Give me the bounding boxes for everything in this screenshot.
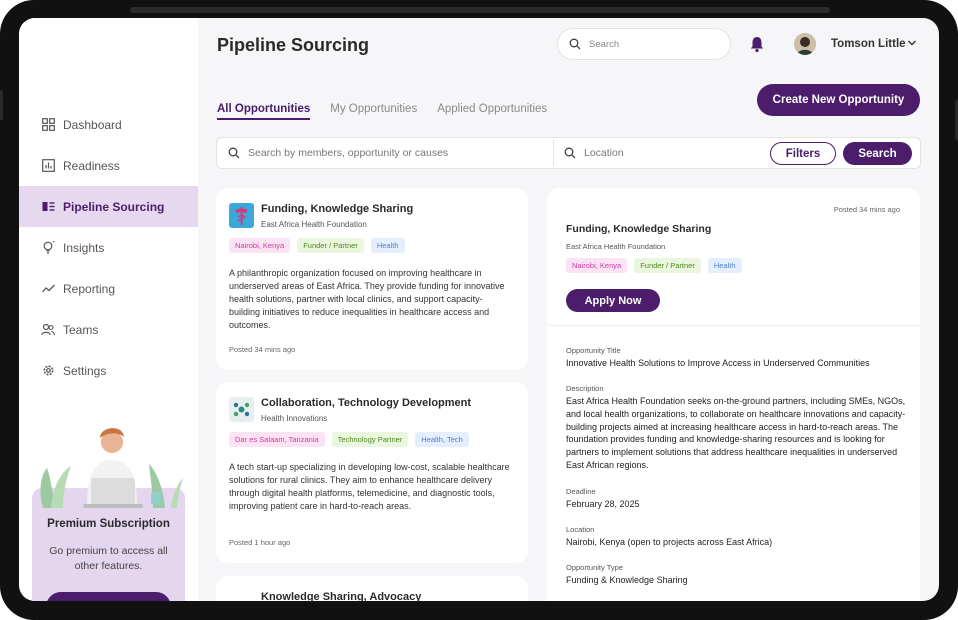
sidebar-item-label: Dashboard xyxy=(63,117,122,132)
posted-time: Posted 34 mins ago xyxy=(229,345,296,354)
avatar[interactable] xyxy=(794,33,816,55)
search-icon xyxy=(228,147,240,159)
location-search[interactable] xyxy=(564,147,774,159)
sidebar-item-teams[interactable]: Teams xyxy=(19,309,198,350)
promo-title: Premium Subscription xyxy=(47,518,170,530)
sidebar-item-label: Reporting xyxy=(63,281,116,296)
card-organization: Health Innovations xyxy=(261,414,328,423)
opportunity-card[interactable]: Funding, Knowledge Sharing East Africa H… xyxy=(216,188,528,370)
people-icon xyxy=(41,323,55,337)
opportunity-type-value: Funding & Knowledge Sharing xyxy=(566,575,688,585)
promo-text: Go premium to access all other features. xyxy=(49,545,168,572)
sidebar-nav: Dashboard Readiness Pipeline Sourcing In… xyxy=(19,104,198,391)
search-icon xyxy=(569,38,581,50)
opportunity-card[interactable]: Collaboration, Technology Development He… xyxy=(216,382,528,563)
global-search[interactable] xyxy=(557,28,731,60)
organization-logo xyxy=(229,203,254,228)
card-title: Collaboration, Technology Development xyxy=(261,397,472,409)
page-title: Pipeline Sourcing xyxy=(217,35,370,55)
lightbulb-icon xyxy=(41,241,55,255)
app-screen: Dashboard Readiness Pipeline Sourcing In… xyxy=(19,18,939,601)
grid-icon xyxy=(41,118,55,132)
description-value: East Africa Health Foundation seeks on-t… xyxy=(566,396,906,470)
card-title: Funding, Knowledge Sharing xyxy=(261,203,414,215)
filters-button[interactable]: Filters xyxy=(770,142,836,165)
sector-tag: Health xyxy=(370,238,405,253)
bar-chart-icon xyxy=(41,159,55,173)
filter-bar: Filters Search xyxy=(216,137,921,169)
posted-time: Posted 1 hour ago xyxy=(229,538,291,547)
opportunity-card[interactable]: Knowledge Sharing, Advocacy xyxy=(216,576,528,601)
user-name[interactable]: Tomson Little xyxy=(831,38,906,50)
tab-applied-opportunities[interactable]: Applied Opportunities xyxy=(437,103,547,120)
sidebar-item-label: Readiness xyxy=(63,158,120,173)
sector-tag: Health, Tech xyxy=(415,432,469,447)
sector-tag: Health xyxy=(707,258,742,273)
sidebar-item-pipeline-sourcing[interactable]: Pipeline Sourcing xyxy=(19,186,198,227)
card-tags: Nairobi, Kenya Funder / Partner Health xyxy=(229,238,412,253)
organization-logo xyxy=(229,397,254,422)
location-tag: Dar es Salaam, Tanzania xyxy=(229,432,325,447)
opportunity-detail-header: Posted 34 mins ago Funding, Knowledge Sh… xyxy=(547,188,920,324)
location-tag: Nairobi, Kenya xyxy=(566,258,628,273)
sidebar-item-label: Insights xyxy=(63,240,105,255)
sidebar-item-label: Pipeline Sourcing xyxy=(63,199,165,214)
chevron-down-icon[interactable] xyxy=(907,38,917,48)
bell-icon[interactable] xyxy=(748,35,766,53)
gear-icon xyxy=(41,364,55,378)
role-tag: Technology Partner xyxy=(331,432,409,447)
location-label: Location xyxy=(566,525,595,534)
card-organization: East Africa Health Foundation xyxy=(261,220,367,229)
opportunity-tabs: All Opportunities My Opportunities Appli… xyxy=(217,103,567,120)
organization-logo xyxy=(229,591,254,601)
detail-tags: Nairobi, Kenya Funder / Partner Health xyxy=(566,258,749,273)
deadline-value: February 28, 2025 xyxy=(566,499,640,509)
bezel-sensor xyxy=(130,7,830,13)
description-label: Description xyxy=(566,384,604,393)
location-input[interactable] xyxy=(584,147,774,159)
sidebar-item-readiness[interactable]: Readiness xyxy=(19,145,198,186)
opportunity-type-label: Opportunity Type xyxy=(566,563,623,572)
card-description: A tech start-up specializing in developi… xyxy=(229,462,510,511)
sidebar-item-reporting[interactable]: Reporting xyxy=(19,268,198,309)
sidebar-item-settings[interactable]: Settings xyxy=(19,350,198,391)
opportunity-search-input[interactable] xyxy=(248,147,538,159)
detail-title: Funding, Knowledge Sharing xyxy=(566,223,712,235)
opportunity-title-value: Innovative Health Solutions to Improve A… xyxy=(566,358,870,368)
sidebar-item-insights[interactable]: Insights xyxy=(19,227,198,268)
person-laptop-illustration xyxy=(40,428,183,508)
opportunity-title-label: Opportunity Title xyxy=(566,346,621,355)
opportunity-search[interactable] xyxy=(228,147,538,159)
tablet-frame: Dashboard Readiness Pipeline Sourcing In… xyxy=(0,0,958,620)
location-tag: Nairobi, Kenya xyxy=(229,238,291,253)
pipeline-icon xyxy=(41,200,55,214)
device-side-button xyxy=(0,90,3,120)
line-chart-icon xyxy=(41,282,55,296)
sidebar-item-label: Settings xyxy=(63,363,107,378)
promo-button[interactable] xyxy=(46,592,171,601)
tab-my-opportunities[interactable]: My Opportunities xyxy=(330,103,417,120)
tab-all-opportunities[interactable]: All Opportunities xyxy=(217,103,311,120)
location-value: Nairobi, Kenya (open to projects across … xyxy=(566,537,773,547)
opportunity-detail-body: Opportunity Title Innovative Health Solu… xyxy=(547,327,920,601)
role-tag: Funder / Partner xyxy=(634,258,701,273)
create-opportunity-button[interactable]: Create New Opportunity xyxy=(757,84,920,116)
search-input[interactable] xyxy=(589,38,719,50)
divider xyxy=(553,140,554,166)
deadline-label: Deadline xyxy=(566,487,596,496)
role-tag: Funder / Partner xyxy=(297,238,364,253)
apply-now-button[interactable]: Apply Now xyxy=(566,289,660,312)
posted-time: Posted 34 mins ago xyxy=(833,205,900,214)
card-description: A philanthropic organization focused on … xyxy=(229,268,505,330)
sidebar: Dashboard Readiness Pipeline Sourcing In… xyxy=(19,18,198,601)
card-tags: Dar es Salaam, Tanzania Technology Partn… xyxy=(229,432,476,447)
sidebar-item-dashboard[interactable]: Dashboard xyxy=(19,104,198,145)
detail-organization: East Africa Health Foundation xyxy=(566,242,666,251)
sidebar-item-label: Teams xyxy=(63,322,99,337)
card-title: Knowledge Sharing, Advocacy xyxy=(261,591,422,601)
search-button[interactable]: Search xyxy=(843,142,912,165)
search-icon xyxy=(564,147,576,159)
